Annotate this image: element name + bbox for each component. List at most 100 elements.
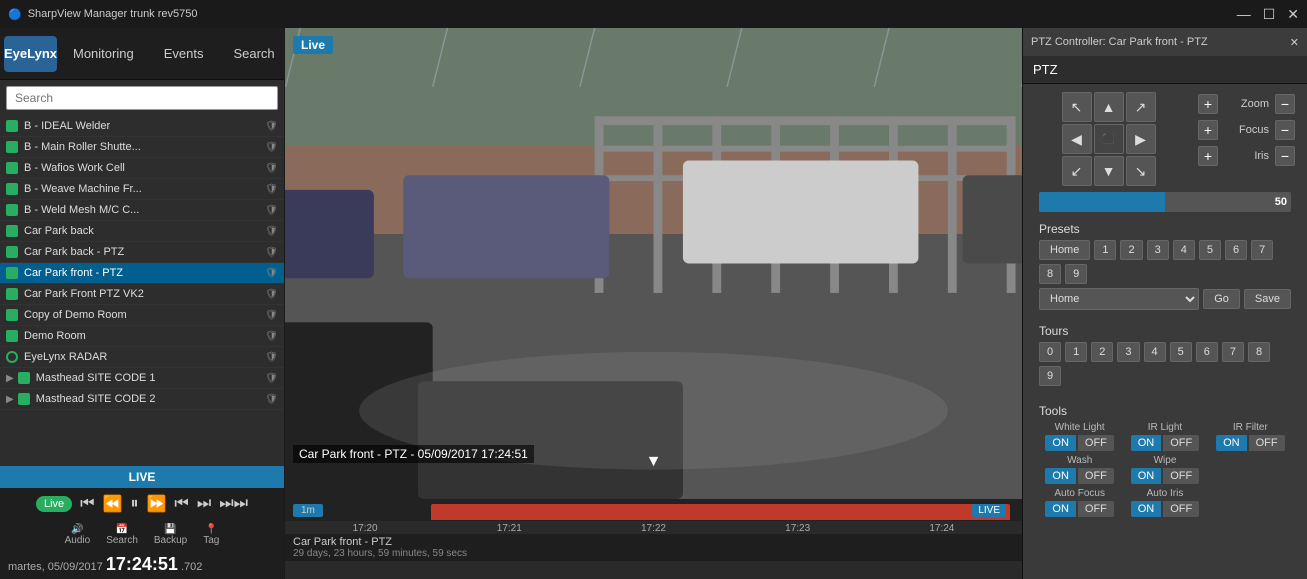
iris-in-button[interactable]: + — [1198, 146, 1218, 166]
auto-focus-off-button[interactable]: OFF — [1078, 501, 1114, 517]
ptz-right-button[interactable]: ▶ — [1126, 124, 1156, 154]
camera-list-item[interactable]: Car Park back 🛡 — [0, 221, 284, 242]
wash-toggle: ON OFF — [1039, 468, 1120, 484]
tour-7-button[interactable]: 7 — [1222, 342, 1244, 362]
ptz-left-button[interactable]: ◀ — [1062, 124, 1092, 154]
camera-list-item[interactable]: B - Wafios Work Cell 🛡 — [0, 158, 284, 179]
preset-home-button[interactable]: Home — [1039, 240, 1090, 260]
auto-focus-on-button[interactable]: ON — [1045, 501, 1076, 517]
cam-name: B - Main Roller Shutte... — [24, 141, 265, 153]
tag-tool[interactable]: 📍 Tag — [203, 524, 219, 546]
wipe-on-button[interactable]: ON — [1131, 468, 1162, 484]
wash-off-button[interactable]: OFF — [1078, 468, 1114, 484]
tour-4-button[interactable]: 4 — [1144, 342, 1166, 362]
preset-4-button[interactable]: 4 — [1173, 240, 1195, 260]
prev-frame-button[interactable]: ⏮ — [174, 495, 188, 513]
preset-go-button[interactable]: Go — [1203, 289, 1240, 309]
camera-list-item[interactable]: B - IDEAL Welder 🛡 — [0, 116, 284, 137]
preset-7-button[interactable]: 7 — [1251, 240, 1273, 260]
tour-6-button[interactable]: 6 — [1196, 342, 1218, 362]
ptz-downright-button[interactable]: ↘ — [1126, 156, 1156, 186]
close-button[interactable]: ✕ — [1287, 6, 1299, 23]
white-light-off-button[interactable]: OFF — [1078, 435, 1114, 451]
timeline-bar[interactable] — [431, 504, 1010, 520]
preset-9-button[interactable]: 9 — [1065, 264, 1087, 284]
preset-3-button[interactable]: 3 — [1147, 240, 1169, 260]
ptz-upright-button[interactable]: ↗ — [1126, 92, 1156, 122]
iris-track[interactable]: 50 — [1039, 192, 1291, 212]
nav-events[interactable]: Events — [150, 40, 218, 67]
zoom-in-button[interactable]: + — [1198, 94, 1218, 114]
camera-list-item[interactable]: ▶ Masthead SITE CODE 1 🛡 — [0, 368, 284, 389]
tour-3-button[interactable]: 3 — [1117, 342, 1139, 362]
camera-list-item[interactable]: Car Park back - PTZ 🛡 — [0, 242, 284, 263]
nav-monitoring[interactable]: Monitoring — [59, 40, 148, 67]
wipe-off-button[interactable]: OFF — [1163, 468, 1199, 484]
tour-8-button[interactable]: 8 — [1248, 342, 1270, 362]
camera-list-item[interactable]: Car Park Front PTZ VK2 🛡 — [0, 284, 284, 305]
cam-status-dot — [6, 204, 18, 216]
next-frame-button[interactable]: ⏭ — [197, 495, 211, 513]
cam-shield-icon: 🛡 — [265, 142, 278, 153]
ptz-down-button[interactable]: ▼ — [1094, 156, 1124, 186]
datetime-display: martes, 05/09/2017 17:24:51 .702 — [0, 550, 284, 579]
auto-iris-off-button[interactable]: OFF — [1163, 501, 1199, 517]
tour-9-button[interactable]: 9 — [1039, 366, 1061, 386]
preset-2-button[interactable]: 2 — [1120, 240, 1142, 260]
camera-list-item[interactable]: Copy of Demo Room 🛡 — [0, 305, 284, 326]
play-pause-button[interactable]: ⏸ — [130, 495, 138, 513]
ir-filter-on-button[interactable]: ON — [1216, 435, 1247, 451]
audio-tool[interactable]: 🔊 Audio — [65, 524, 91, 546]
rewind-button[interactable]: ⏪ — [103, 494, 123, 514]
tour-1-button[interactable]: 1 — [1065, 342, 1087, 362]
tour-0-button[interactable]: 0 — [1039, 342, 1061, 362]
white-light-on-button[interactable]: ON — [1045, 435, 1076, 451]
preset-6-button[interactable]: 6 — [1225, 240, 1247, 260]
nav-search[interactable]: Search — [219, 40, 288, 67]
preset-8-button[interactable]: 8 — [1039, 264, 1061, 284]
tour-5-button[interactable]: 5 — [1170, 342, 1192, 362]
skip-back-button[interactable]: ⏮ — [80, 495, 94, 513]
tl-label-2: 17:22 — [641, 523, 666, 534]
camera-list-item[interactable]: Demo Room 🛡 — [0, 326, 284, 347]
wash-on-button[interactable]: ON — [1045, 468, 1076, 484]
tour-2-button[interactable]: 2 — [1091, 342, 1113, 362]
skip-to-end-button[interactable]: ⏭⏭ — [219, 495, 248, 513]
zoom-out-button[interactable]: − — [1275, 94, 1295, 114]
live-badge[interactable]: Live — [36, 496, 72, 512]
auto-iris-on-button[interactable]: ON — [1131, 501, 1162, 517]
preset-1-button[interactable]: 1 — [1094, 240, 1116, 260]
preset-dropdown[interactable]: Home 1 — [1039, 288, 1199, 310]
presets-section: Presets Home 1 2 3 4 5 6 7 8 9 Home 1 — [1031, 218, 1299, 314]
cam-status-dot — [6, 141, 18, 153]
backup-icon: 💾 — [164, 524, 176, 535]
ptz-stop-button[interactable]: ⬛ — [1094, 124, 1124, 154]
ptz-close-icon[interactable]: ✕ — [1290, 36, 1299, 49]
logo[interactable]: EyeLynx — [4, 36, 57, 72]
camera-list-item[interactable]: EyeLynx RADAR 🛡 — [0, 347, 284, 368]
preset-save-button[interactable]: Save — [1244, 289, 1291, 309]
ptz-downleft-button[interactable]: ↙ — [1062, 156, 1092, 186]
ptz-upleft-button[interactable]: ↖ — [1062, 92, 1092, 122]
ir-filter-off-button[interactable]: OFF — [1249, 435, 1285, 451]
minimize-button[interactable]: — — [1237, 6, 1251, 23]
iris-out-button[interactable]: − — [1275, 146, 1295, 166]
cam-status-dot — [6, 246, 18, 258]
ir-light-off-button[interactable]: OFF — [1163, 435, 1199, 451]
camera-search-input[interactable] — [6, 86, 278, 110]
focus-out-button[interactable]: − — [1275, 120, 1295, 140]
search-tool[interactable]: 📅 Search — [106, 524, 138, 546]
camera-list-item[interactable]: B - Weld Mesh M/C C... 🛡 — [0, 200, 284, 221]
camera-list-item[interactable]: Car Park front - PTZ 🛡 — [0, 263, 284, 284]
timeline-zoom[interactable]: 1m — [293, 504, 323, 517]
camera-list-item[interactable]: B - Main Roller Shutte... 🛡 — [0, 137, 284, 158]
fast-forward-button[interactable]: ⏩ — [146, 494, 166, 514]
backup-tool[interactable]: 💾 Backup — [154, 524, 187, 546]
ir-light-on-button[interactable]: ON — [1131, 435, 1162, 451]
preset-5-button[interactable]: 5 — [1199, 240, 1221, 260]
focus-in-button[interactable]: + — [1198, 120, 1218, 140]
camera-list-item[interactable]: ▶ Masthead SITE CODE 2 🛡 — [0, 389, 284, 410]
camera-list-item[interactable]: B - Weave Machine Fr... 🛡 — [0, 179, 284, 200]
ptz-up-button[interactable]: ▲ — [1094, 92, 1124, 122]
maximize-button[interactable]: ☐ — [1263, 6, 1276, 23]
